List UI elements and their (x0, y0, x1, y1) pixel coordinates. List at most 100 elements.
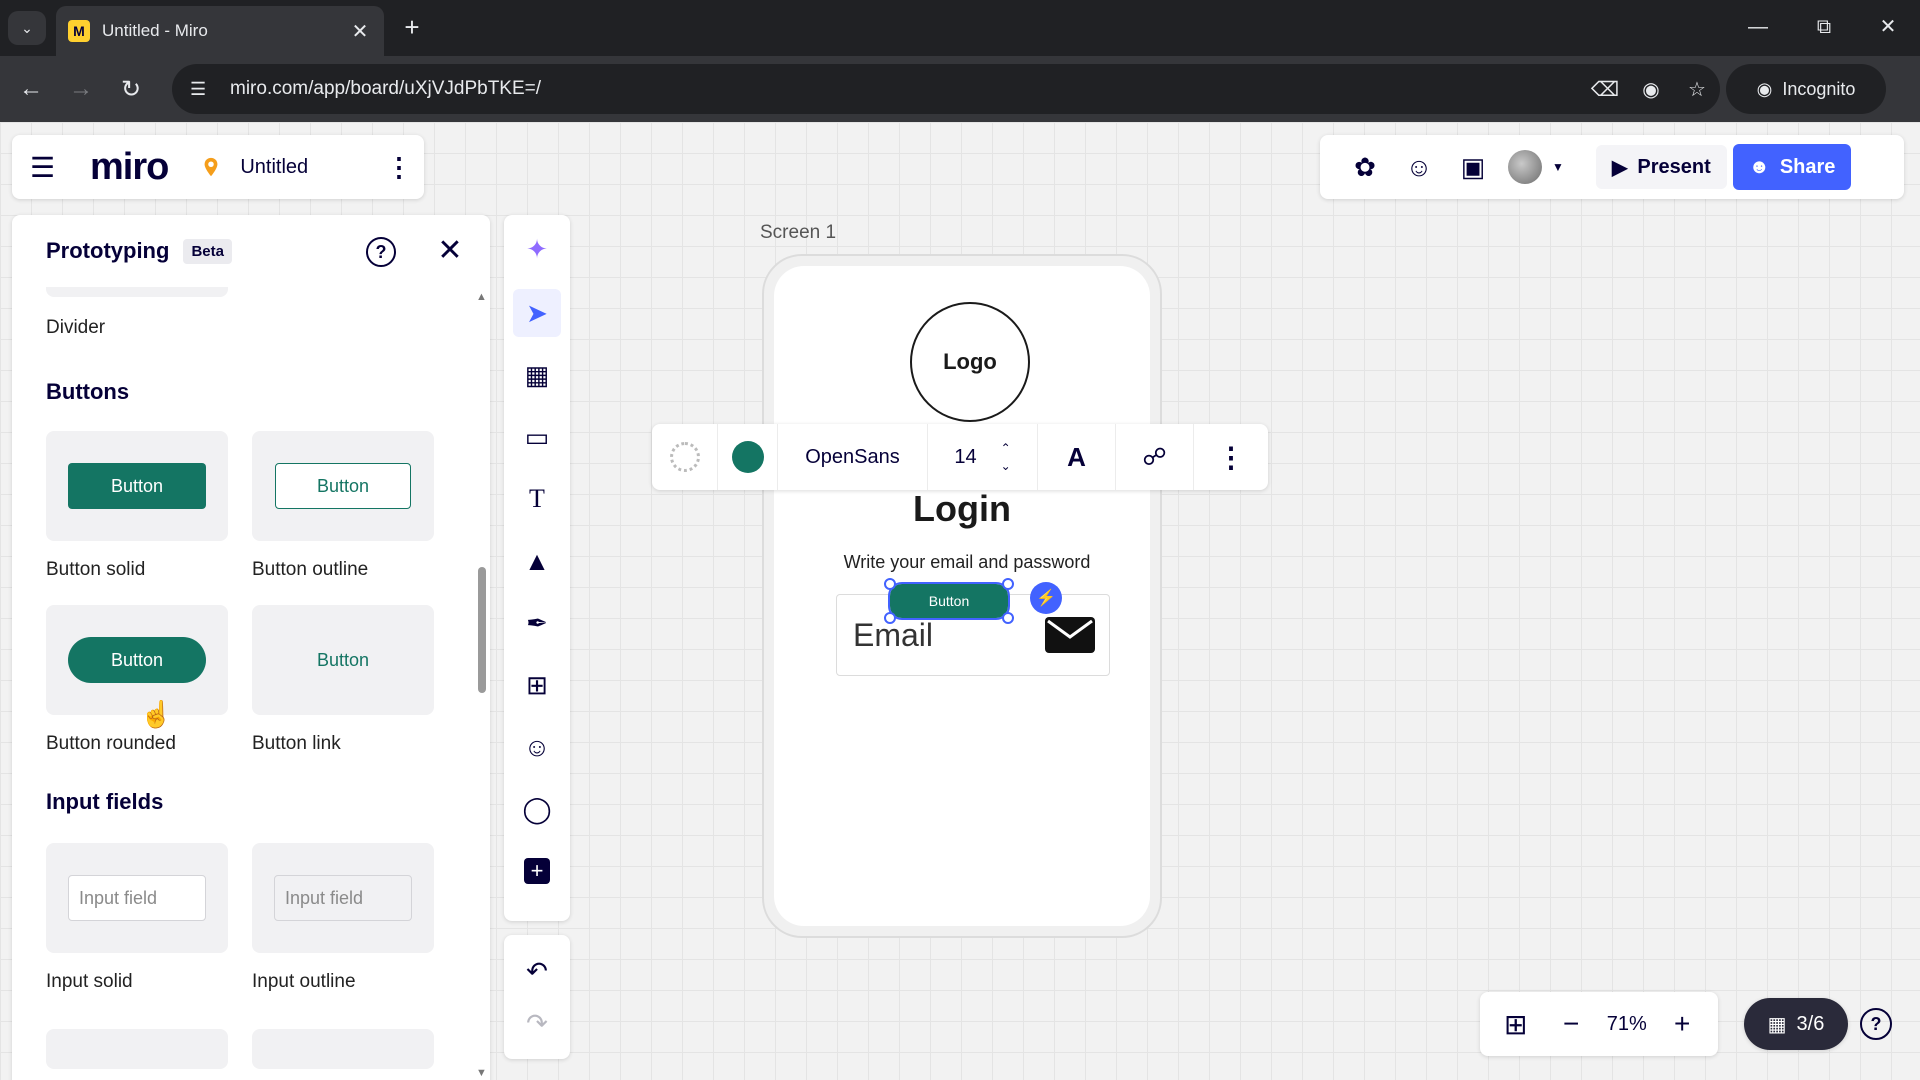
avatar (1508, 150, 1542, 184)
scroll-up-icon[interactable]: ▲ (476, 291, 487, 303)
next-tile-stub[interactable] (252, 1029, 434, 1069)
new-tab-plus-icon[interactable]: + (398, 12, 426, 42)
scroll-thumb[interactable] (478, 567, 486, 693)
stickers-icon[interactable]: ☺ (513, 723, 561, 771)
context-toolbar: OpenSans 14 ⌃ ⌄ A ☍ ⋮ (652, 424, 1268, 490)
prototyping-panel: Prototyping Beta ? ✕ Divider Buttons But… (12, 215, 490, 1080)
board-more-icon[interactable]: ⋮ (386, 152, 412, 183)
logo-placeholder[interactable]: Logo (910, 302, 1030, 422)
color-swatch (731, 441, 764, 473)
fit-to-screen-icon[interactable]: ⊞ (1496, 1008, 1536, 1041)
diagram-icon[interactable]: ◯ (513, 785, 561, 833)
font-family-select[interactable]: OpenSans (778, 424, 928, 490)
input-outline-tile[interactable]: Input field (252, 843, 434, 953)
help-icon[interactable]: ? (366, 237, 396, 267)
pages-button[interactable]: ▦ 3/6 (1744, 998, 1848, 1050)
input-outline-caption: Input outline (252, 971, 356, 992)
scroll-down-icon[interactable]: ▼ (476, 1067, 487, 1079)
next-tile-stub[interactable] (46, 1029, 228, 1069)
button-link-caption: Button link (252, 733, 341, 754)
text-tool-icon[interactable]: T (513, 475, 561, 523)
main-menu-icon[interactable]: ☰ (30, 151, 60, 184)
interaction-bolt-icon[interactable]: ⚡ (1030, 582, 1062, 614)
close-panel-icon[interactable]: ✕ (434, 233, 466, 269)
back-arrow-icon[interactable]: ← (14, 72, 48, 106)
button-rounded-tile[interactable]: Button (46, 605, 228, 715)
previous-tile-stub[interactable] (46, 287, 228, 297)
select-cursor-icon[interactable]: ➤ (513, 289, 561, 337)
bottom-help-icon[interactable]: ? (1860, 1008, 1892, 1040)
lock-button[interactable]: ☍ (1116, 424, 1194, 490)
sticky-note-icon[interactable]: ▭ (513, 413, 561, 461)
zoom-controls: ⊞ − 71% + (1480, 992, 1718, 1056)
font-size-value: 14 (954, 445, 977, 468)
minimize-icon[interactable]: — (1738, 12, 1778, 42)
omnibox[interactable]: ☰ miro.com/app/board/uXjVJdPbTKE=/ ⌫ ◉ ☆ (172, 64, 1720, 114)
url-text[interactable]: miro.com/app/board/uXjVJdPbTKE=/ (230, 78, 1582, 100)
more-tools-plus-icon[interactable]: + (513, 847, 561, 895)
panel-title: Prototyping (46, 238, 170, 263)
board-canvas[interactable]: ☰ miro Untitled ⋮ ✿ ☺ ▣ ▼ ▶ Present ☻ Sh… (0, 122, 1920, 1080)
no-cookies-icon[interactable]: ⌫ (1582, 77, 1628, 102)
bookmark-star-icon[interactable]: ☆ (1674, 77, 1720, 102)
zoom-in-icon[interactable]: + (1662, 1008, 1702, 1040)
redo-icon[interactable]: ↷ (513, 999, 561, 1047)
user-avatar-menu[interactable]: ▼ (1508, 145, 1580, 189)
resize-handle[interactable] (1002, 612, 1014, 624)
input-fields-section-title: Input fields (46, 789, 164, 814)
undo-icon[interactable]: ↶ (513, 947, 561, 995)
board-name[interactable]: Untitled (240, 156, 386, 179)
zoom-level[interactable]: 71% (1607, 1013, 1647, 1036)
gift-icon: ▦ (1767, 1013, 1787, 1036)
eye-off-icon[interactable]: ◉ (1628, 77, 1674, 102)
button-solid-tile[interactable]: Button (46, 431, 228, 541)
selected-button[interactable]: Button (888, 582, 1010, 620)
forward-arrow-icon[interactable]: → (64, 72, 98, 106)
shapes-icon[interactable]: ▲ (513, 537, 561, 585)
browser-tab[interactable]: M Untitled - Miro ✕ (56, 6, 384, 56)
login-subtitle[interactable]: Write your email and password (774, 552, 1160, 573)
reload-icon[interactable]: ↻ (114, 72, 148, 106)
screen-frame[interactable]: Logo Login Write your email and password… (762, 254, 1162, 938)
board-location-pin-icon[interactable] (200, 156, 222, 178)
unlock-icon: ☍ (1142, 443, 1167, 471)
text-color-button[interactable] (718, 424, 778, 490)
pen-icon[interactable]: ✒ (513, 599, 561, 647)
incognito-label: Incognito (1782, 78, 1856, 99)
present-button[interactable]: ▶ Present (1596, 145, 1727, 189)
site-settings-icon[interactable]: ☰ (190, 79, 216, 100)
button-outline-tile[interactable]: Button (252, 431, 434, 541)
phone-screen[interactable]: Logo Login Write your email and password… (774, 266, 1150, 926)
resize-handle[interactable] (884, 612, 896, 624)
share-button[interactable]: ☻ Share (1732, 144, 1852, 190)
more-options-button[interactable]: ⋮ (1194, 424, 1268, 490)
reactions-icon[interactable]: ✿ (1338, 145, 1392, 189)
comments-icon[interactable]: ☺ (1392, 145, 1446, 189)
email-placeholder: Email (853, 616, 934, 653)
login-title[interactable]: Login (774, 488, 1150, 530)
text-format-button[interactable]: A (1038, 424, 1116, 490)
tab-search-chevron-icon[interactable]: ⌄ (8, 11, 46, 45)
tab-close-icon[interactable]: ✕ (348, 19, 372, 44)
input-solid-tile[interactable]: Input field (46, 843, 228, 953)
panel-scroll-content[interactable]: Divider Buttons Button Button solid Butt… (12, 287, 472, 1080)
loading-spinner-icon (652, 424, 718, 490)
window-close-icon[interactable]: ✕ (1868, 12, 1908, 42)
panel-scrollbar[interactable]: ▲ ▼ (472, 287, 490, 1080)
restore-window-icon[interactable]: ⧉ (1804, 12, 1844, 42)
incognito-indicator[interactable]: ◉ Incognito (1726, 64, 1886, 114)
templates-icon[interactable]: ▦ (513, 351, 561, 399)
button-link-tile[interactable]: Button (252, 605, 434, 715)
miro-logo[interactable]: miro (90, 146, 169, 189)
ai-sparkle-icon[interactable]: ✦ (513, 225, 561, 273)
zoom-out-icon[interactable]: − (1551, 1008, 1591, 1040)
resize-handle[interactable] (1002, 578, 1014, 590)
stepper-arrows-icon[interactable]: ⌃ ⌄ (1001, 439, 1011, 475)
font-family-value: OpenSans (805, 445, 900, 468)
font-size-stepper[interactable]: 14 ⌃ ⌄ (928, 424, 1038, 490)
top-right-toolbar: ✿ ☺ ▣ ▼ ▶ Present ☻ Share (1320, 135, 1904, 199)
video-call-icon[interactable]: ▣ (1446, 145, 1500, 189)
frame-label[interactable]: Screen 1 (760, 222, 836, 244)
frame-icon[interactable]: ⊞ (513, 661, 561, 709)
resize-handle[interactable] (884, 578, 896, 590)
